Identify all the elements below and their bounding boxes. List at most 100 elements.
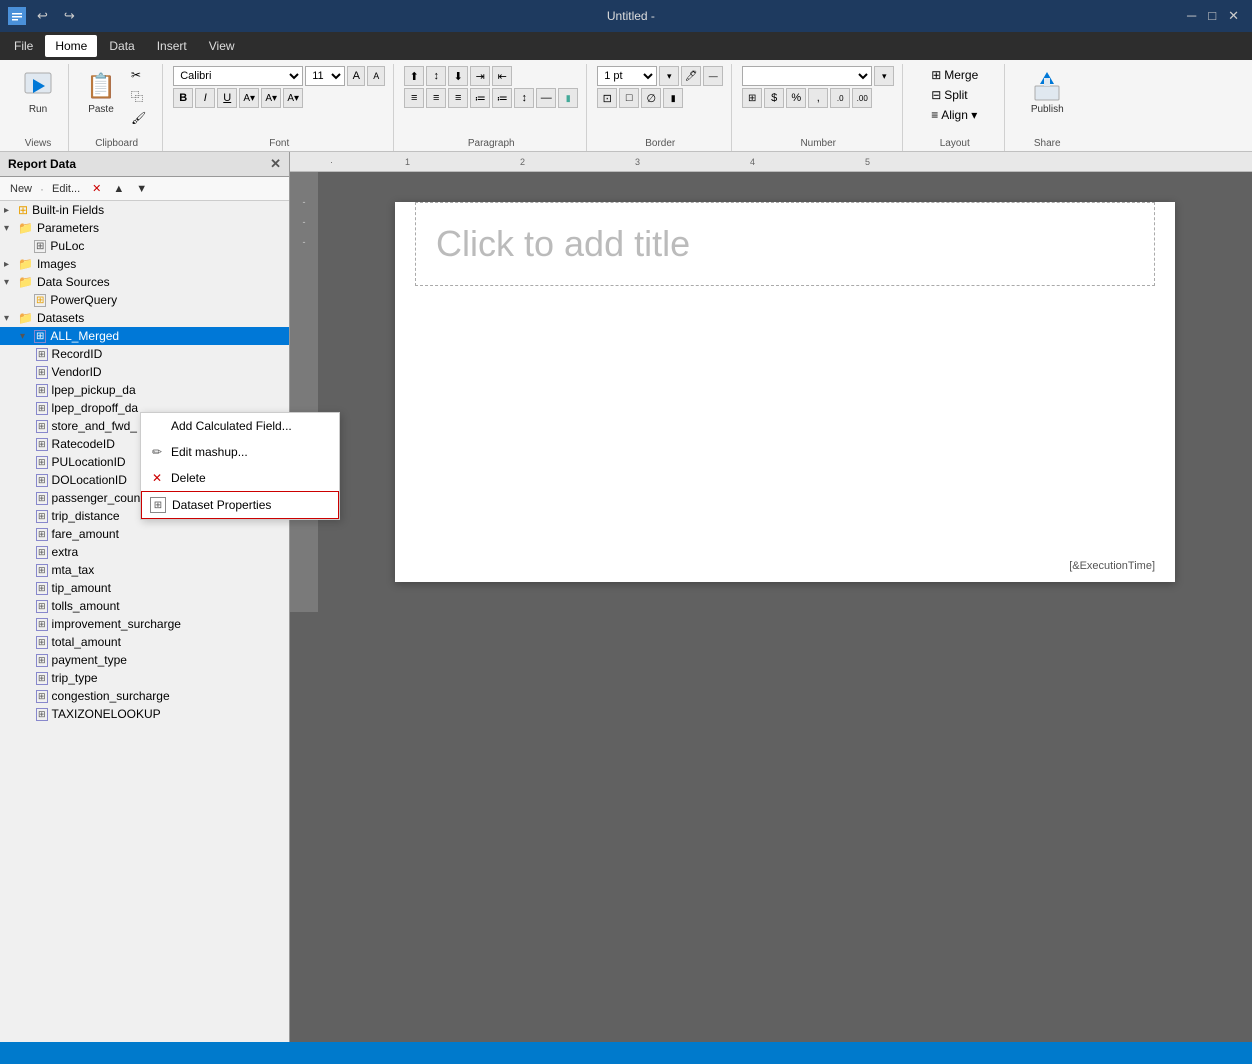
number-list-button[interactable]: ≔ bbox=[492, 88, 512, 108]
paste-button[interactable]: 📋 Paste bbox=[79, 66, 123, 119]
images-toggle[interactable]: ▸ bbox=[4, 259, 18, 270]
font-size-select[interactable]: 11 bbox=[305, 66, 345, 86]
data-sources-toggle[interactable]: ▾ bbox=[4, 277, 18, 288]
dataset-icon: ⊞ bbox=[34, 330, 46, 343]
border-down-button[interactable]: ▾ bbox=[659, 66, 679, 86]
split-button[interactable]: ⊟ Split bbox=[927, 86, 971, 104]
decimal-increase-button[interactable]: .0 bbox=[830, 88, 850, 108]
background-color-button[interactable]: ▮ bbox=[663, 88, 683, 108]
tree-item-tip-amount[interactable]: ⊞ tip_amount bbox=[0, 579, 289, 597]
run-button[interactable]: Run bbox=[16, 66, 60, 119]
bullet-list-button[interactable]: ≔ bbox=[470, 88, 490, 108]
border-outer-button[interactable]: □ bbox=[619, 88, 639, 108]
tree-item-payment-type[interactable]: ⊞ payment_type bbox=[0, 651, 289, 669]
font-name-select[interactable]: Calibri bbox=[173, 66, 303, 86]
minimize-button[interactable]: ─ bbox=[1182, 6, 1201, 26]
merge-button[interactable]: ⊞ Merge bbox=[927, 66, 982, 84]
font-color-button[interactable]: A▾ bbox=[239, 88, 259, 108]
tree-item-fare-amount[interactable]: ⊞ fare_amount bbox=[0, 525, 289, 543]
decimal-decrease-button[interactable]: .00 bbox=[852, 88, 872, 108]
cut-button[interactable]: ✂ bbox=[127, 66, 150, 84]
number-format-down-button[interactable]: ▾ bbox=[874, 66, 894, 86]
publish-button[interactable]: Publish bbox=[1025, 66, 1070, 119]
strikethrough-button[interactable]: A▾ bbox=[283, 88, 303, 108]
redo-button[interactable]: ↪ bbox=[59, 6, 80, 26]
tree-item-lpep-pickup[interactable]: ⊞ lpep_pickup_da bbox=[0, 381, 289, 399]
tree-item-powerquery[interactable]: ▸ ⊞ PowerQuery bbox=[0, 291, 289, 309]
tree-item-total-amount[interactable]: ⊞ total_amount bbox=[0, 633, 289, 651]
all-merged-toggle[interactable]: ▾ bbox=[20, 331, 34, 342]
tree-item-improvement-surcharge[interactable]: ⊞ improvement_surcharge bbox=[0, 615, 289, 633]
context-delete[interactable]: ✕ Delete bbox=[141, 465, 339, 491]
move-up-button[interactable]: ▲ bbox=[109, 181, 128, 197]
italic-button[interactable]: I bbox=[195, 88, 215, 108]
font-size-increase-button[interactable]: A bbox=[367, 66, 385, 86]
percent-button[interactable]: % bbox=[786, 88, 806, 108]
line-spacing-button[interactable]: ↕ bbox=[514, 88, 534, 108]
extra-label: extra bbox=[52, 545, 79, 559]
underline-button[interactable]: U bbox=[217, 88, 237, 108]
format-painter-button[interactable]: 🖌 bbox=[127, 109, 150, 127]
currency-button[interactable]: ⊞ bbox=[742, 88, 762, 108]
tree-item-tolls-amount[interactable]: ⊞ tolls_amount bbox=[0, 597, 289, 615]
menu-view[interactable]: View bbox=[199, 35, 245, 57]
indent-increase-button[interactable]: ⇥ bbox=[470, 66, 490, 86]
context-add-calculated-field[interactable]: Add Calculated Field... bbox=[141, 413, 339, 439]
tree-item-taxizonelookup[interactable]: ⊞ TAXIZONELOOKUP bbox=[0, 705, 289, 723]
border-style-button[interactable]: — bbox=[703, 66, 723, 86]
tree-item-data-sources[interactable]: ▾ 📁 Data Sources bbox=[0, 273, 289, 291]
menu-home[interactable]: Home bbox=[45, 35, 97, 57]
field-icon-pulocationid: ⊞ bbox=[36, 456, 48, 469]
strikeout-button[interactable]: — bbox=[536, 88, 556, 108]
align-top-button[interactable]: ⬆ bbox=[404, 66, 424, 86]
tree-item-all-merged[interactable]: ▾ ⊞ ALL_Merged bbox=[0, 327, 289, 345]
tree-item-recordid[interactable]: ⊞ RecordID bbox=[0, 345, 289, 363]
delete-tree-button[interactable]: ✕ bbox=[88, 180, 105, 197]
align-button[interactable]: ≡ Align ▾ bbox=[927, 106, 981, 124]
tree-item-extra[interactable]: ⊞ extra bbox=[0, 543, 289, 561]
builtin-fields-toggle[interactable]: ▸ bbox=[4, 205, 18, 216]
highlight-button[interactable]: A▾ bbox=[261, 88, 281, 108]
tree-item-parameters[interactable]: ▾ 📁 Parameters bbox=[0, 219, 289, 237]
align-left-button[interactable]: ≡ bbox=[404, 88, 424, 108]
align-bottom-button[interactable]: ⬇ bbox=[448, 66, 468, 86]
parameters-toggle[interactable]: ▾ bbox=[4, 223, 18, 234]
tree-item-builtin-fields[interactable]: ▸ ⊞ Built-in Fields bbox=[0, 201, 289, 219]
panel-close-button[interactable]: ✕ bbox=[270, 156, 281, 172]
tree-item-puloc[interactable]: ▸ ⊞ PuLoc bbox=[0, 237, 289, 255]
edit-button[interactable]: Edit... bbox=[48, 181, 84, 197]
undo-button[interactable]: ↩ bbox=[32, 6, 53, 26]
border-none-button[interactable]: ∅ bbox=[641, 88, 661, 108]
tree-item-congestion-surcharge[interactable]: ⊞ congestion_surcharge bbox=[0, 687, 289, 705]
menu-file[interactable]: File bbox=[4, 35, 43, 57]
dollar-button[interactable]: $ bbox=[764, 88, 784, 108]
maximize-button[interactable]: □ bbox=[1203, 6, 1221, 26]
tree-item-trip-type[interactable]: ⊞ trip_type bbox=[0, 669, 289, 687]
number-format-select[interactable] bbox=[742, 66, 872, 86]
tree-item-images[interactable]: ▸ 📁 Images bbox=[0, 255, 289, 273]
align-right-button[interactable]: ≡ bbox=[448, 88, 468, 108]
menu-insert[interactable]: Insert bbox=[147, 35, 197, 57]
comma-button[interactable]: , bbox=[808, 88, 828, 108]
move-down-button[interactable]: ▼ bbox=[132, 181, 151, 197]
align-center-button[interactable]: ≡ bbox=[426, 88, 446, 108]
context-dataset-properties[interactable]: ⊞ Dataset Properties bbox=[141, 491, 339, 519]
tree-item-datasets[interactable]: ▾ 📁 Datasets bbox=[0, 309, 289, 327]
copy-button[interactable]: ⿻ bbox=[127, 86, 150, 107]
highlight2-button[interactable]: ▮ bbox=[558, 88, 578, 108]
border-color-button[interactable]: 🖊 bbox=[681, 66, 701, 86]
context-edit-mashup[interactable]: ✏ Edit mashup... bbox=[141, 439, 339, 465]
indent-decrease-button[interactable]: ⇤ bbox=[492, 66, 512, 86]
bold-button[interactable]: B bbox=[173, 88, 193, 108]
border-all-button[interactable]: ⊡ bbox=[597, 88, 617, 108]
tree-item-mta-tax[interactable]: ⊞ mta_tax bbox=[0, 561, 289, 579]
font-size-decrease-button[interactable]: A bbox=[347, 66, 365, 86]
close-button[interactable]: ✕ bbox=[1223, 6, 1244, 26]
align-middle-button[interactable]: ↕ bbox=[426, 66, 446, 86]
tree-item-vendorid[interactable]: ⊞ VendorID bbox=[0, 363, 289, 381]
menu-data[interactable]: Data bbox=[99, 35, 144, 57]
border-size-select[interactable]: 1 pt bbox=[597, 66, 657, 86]
datasets-toggle[interactable]: ▾ bbox=[4, 313, 18, 324]
new-button[interactable]: New bbox=[6, 181, 36, 197]
report-title-area[interactable]: Click to add title bbox=[415, 202, 1155, 286]
